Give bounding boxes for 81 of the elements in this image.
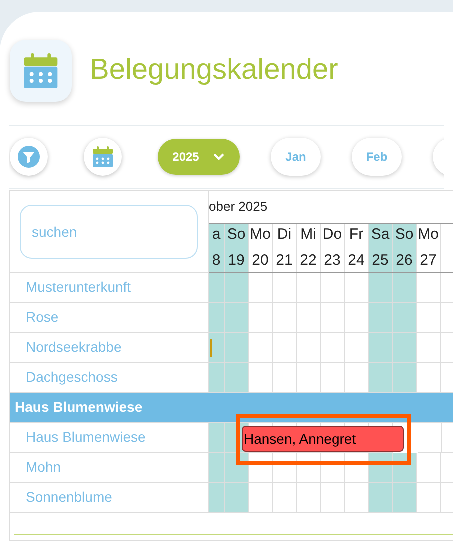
- calendar-cell[interactable]: [321, 483, 345, 513]
- unit-name[interactable]: Nordseekrabbe: [26, 337, 122, 358]
- calendar-cell[interactable]: [225, 303, 249, 333]
- calendar-cell[interactable]: [209, 273, 225, 303]
- unit-name[interactable]: Mohn: [26, 457, 62, 478]
- filter-button[interactable]: [10, 138, 48, 176]
- calendar-cell[interactable]: [345, 333, 369, 363]
- calendar-cell[interactable]: [249, 363, 273, 393]
- calendar-cell[interactable]: [345, 483, 369, 513]
- day-header: Sa 25: [369, 224, 393, 272]
- calendar-cell[interactable]: [249, 273, 273, 303]
- calendar-cell[interactable]: [225, 483, 249, 513]
- calendar-cell[interactable]: [321, 273, 345, 303]
- calendar-cell[interactable]: [369, 303, 393, 333]
- day-header: So 19: [225, 224, 249, 272]
- calendar-cell[interactable]: [417, 273, 441, 303]
- calendar-cell[interactable]: [321, 333, 345, 363]
- calendar-cell[interactable]: [297, 333, 321, 363]
- day-header: So 26: [393, 224, 417, 272]
- calendar-cell[interactable]: [321, 303, 345, 333]
- calendar-cell[interactable]: [209, 453, 225, 483]
- calendar-cell[interactable]: [209, 363, 225, 393]
- chevron-down-icon: [213, 153, 226, 161]
- calendar-cell[interactable]: [369, 483, 393, 513]
- day-header: Mo 27: [417, 224, 441, 272]
- calendar-cell[interactable]: [345, 273, 369, 303]
- calendar-cell[interactable]: [345, 303, 369, 333]
- calendar-cell[interactable]: [417, 483, 441, 513]
- calendar-cell[interactable]: [393, 303, 417, 333]
- calendar-cell[interactable]: [225, 363, 249, 393]
- calendar-cell[interactable]: [417, 333, 441, 363]
- calendar-cell[interactable]: [209, 303, 225, 333]
- calendar-cell[interactable]: [393, 363, 417, 393]
- calendar-cell[interactable]: [369, 363, 393, 393]
- calendar-button[interactable]: [84, 138, 122, 176]
- calendar-cell[interactable]: [297, 303, 321, 333]
- calendar-cell[interactable]: [418, 423, 442, 453]
- unit-name[interactable]: Musterunterkunft: [26, 277, 132, 298]
- calendar-cell[interactable]: [417, 453, 441, 483]
- calendar-cell[interactable]: [273, 333, 297, 363]
- calendar-cell[interactable]: [393, 483, 417, 513]
- calendar-cell[interactable]: [249, 333, 273, 363]
- month-label: ober 2025: [209, 198, 268, 216]
- calendar-cell[interactable]: [209, 423, 225, 453]
- group-header: Haus Blumenwiese: [10, 393, 453, 423]
- calendar-cell[interactable]: [393, 333, 417, 363]
- calendar-cell[interactable]: [393, 273, 417, 303]
- calendar-cell[interactable]: [369, 273, 393, 303]
- calendar-cell[interactable]: [273, 303, 297, 333]
- calendar-cell[interactable]: [321, 363, 345, 393]
- calendar-cell[interactable]: [249, 303, 273, 333]
- filter-icon: [18, 146, 40, 168]
- search-field[interactable]: suchen: [20, 204, 198, 258]
- month-button[interactable]: Jan: [271, 138, 321, 176]
- booking-bar[interactable]: Hansen, Annegret: [242, 426, 404, 452]
- calendar-icon: [91, 145, 115, 169]
- calendar-cell[interactable]: [297, 483, 321, 513]
- page-title: Belegungskalender: [90, 52, 338, 88]
- calendar-cell[interactable]: [209, 333, 225, 363]
- calendar-cell[interactable]: [297, 273, 321, 303]
- year-dropdown[interactable]: 2025: [158, 139, 240, 175]
- calendar-cell[interactable]: [209, 483, 225, 513]
- day-header: Do 23: [321, 224, 345, 272]
- unit-name[interactable]: Dachgeschoss: [26, 367, 118, 388]
- calendar-cell[interactable]: [417, 303, 441, 333]
- calendar-cell[interactable]: [225, 333, 249, 363]
- calendar-cell[interactable]: [225, 273, 249, 303]
- day-header: Mo 20: [249, 224, 273, 272]
- month-button[interactable]: Feb: [352, 138, 402, 176]
- calendar-cell[interactable]: [273, 483, 297, 513]
- calendar-cell[interactable]: [297, 363, 321, 393]
- unit-name[interactable]: Sonnenblume: [26, 487, 112, 508]
- unit-name[interactable]: Rose: [26, 307, 59, 328]
- day-header: a 8: [209, 224, 225, 272]
- calendar-cell[interactable]: [249, 483, 273, 513]
- calendar-cell[interactable]: [417, 363, 441, 393]
- unit-name[interactable]: Haus Blumenwiese: [26, 427, 146, 448]
- calendar-cell[interactable]: [345, 363, 369, 393]
- calendar-cell[interactable]: [273, 363, 297, 393]
- calendar-cell[interactable]: [369, 333, 393, 363]
- calendar-cell[interactable]: [273, 273, 297, 303]
